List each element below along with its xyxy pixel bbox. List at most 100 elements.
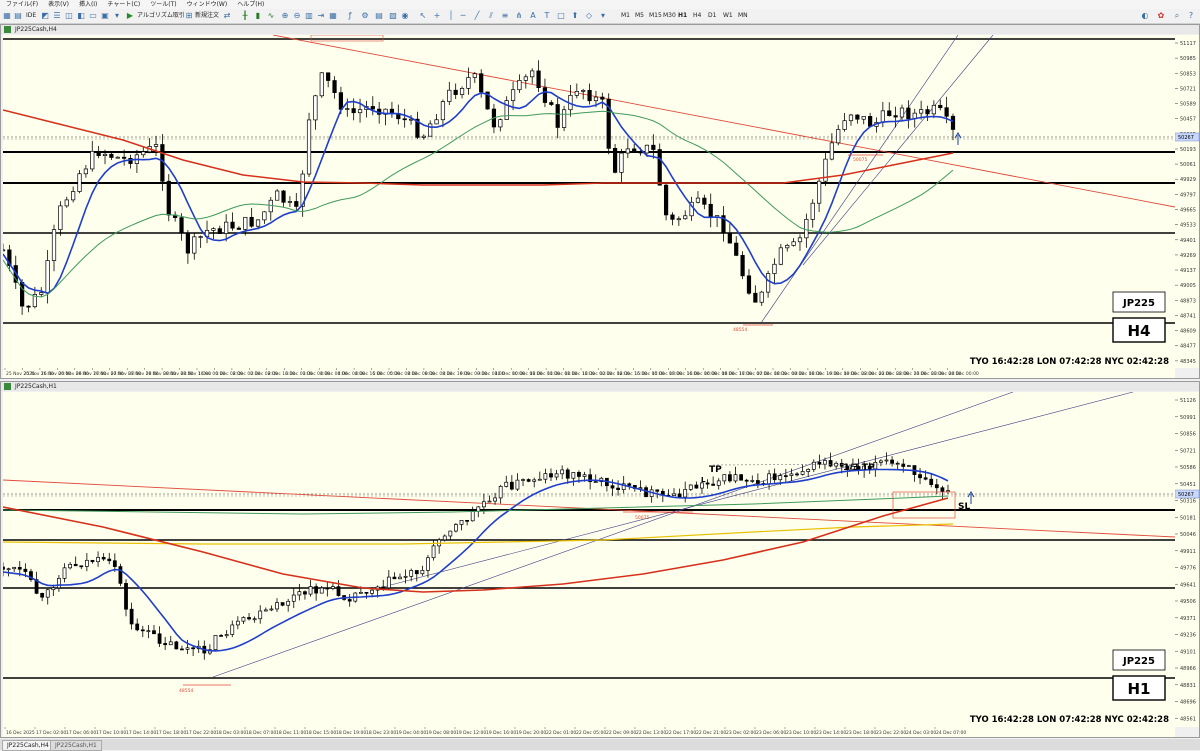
- folder-icon[interactable]: ◩: [40, 11, 50, 21]
- candle-body: [944, 107, 949, 117]
- time-axis-h1[interactable]: 16 Dec 2025 17 Dec 02:00 17 Dec 06:00 17 De…: [3, 727, 1175, 737]
- candle-body: [286, 600, 291, 606]
- channel-icon[interactable]: ⫽: [486, 11, 496, 21]
- timeframe-m1[interactable]: M1: [621, 11, 630, 21]
- price-chart-h1[interactable]: 48554 50075 TPL 1/3 TP SL JP225 H1 TYO 16:42:28…: [1, 391, 1176, 727]
- more-tools-icon[interactable]: ▾: [598, 11, 608, 21]
- trend-line-icon[interactable]: ╱: [472, 11, 482, 21]
- new-order-button[interactable]: 新規注文: [193, 11, 221, 21]
- timeframe-h1[interactable]: H1: [678, 11, 687, 21]
- text-icon[interactable]: A: [528, 11, 538, 21]
- menu-item[interactable]: ファイル(F): [6, 1, 38, 8]
- tab-jp225-h4[interactable]: JP225Cash,H4: [2, 740, 54, 751]
- timeframe-m30[interactable]: M30: [663, 11, 676, 21]
- candle-body: [313, 95, 318, 121]
- label-icon[interactable]: T: [542, 11, 552, 21]
- candle-body: [481, 501, 486, 508]
- price-tick-label: 49533: [1180, 223, 1196, 229]
- candle-body: [702, 197, 707, 205]
- chart-area-h1[interactable]: 48554 50075 TP L 1/3 TP SL JP225 H1 TYO 16:42:28…: [1, 391, 1176, 727]
- crosshair-icon[interactable]: +: [432, 11, 442, 21]
- price-chart-h4[interactable]: 48554 50075 JP225 H4 TYO 16:42:28 LON 07:42:…: [0, 34, 1176, 368]
- one-third-tp-label: 1/3 TP: [843, 463, 875, 473]
- candle-body: [582, 474, 587, 477]
- rectangle-icon[interactable]: □: [556, 11, 566, 21]
- toolbar: ▦ ▤ IDE ◩ ☰ ◫ ◧ ▭ ▣ ▾ ▶ アルゴリズム取引 ⊞ 新規注文 …: [0, 9, 1200, 24]
- price-axis-h4[interactable]: 5111750985508535072150589504575032550193…: [1174, 35, 1200, 368]
- price-scale-h4: 5111750985508535072150589504575032550193…: [1174, 41, 1200, 365]
- cursor-icon[interactable]: ↖: [418, 11, 428, 21]
- fibonacci-icon[interactable]: ≡: [500, 11, 510, 21]
- ide-button[interactable]: IDE: [24, 11, 38, 21]
- pitchfork-icon[interactable]: ⋔: [514, 11, 524, 21]
- line-chart-icon[interactable]: ∿: [266, 11, 276, 21]
- menu-item[interactable]: 挿入(I): [79, 1, 97, 8]
- price-tick-label: 50316: [1180, 499, 1196, 505]
- navigator-icon[interactable]: ◧: [76, 11, 86, 21]
- data-window-icon[interactable]: ◫: [64, 11, 74, 21]
- chart-area-h4[interactable]: 48554 50075 JP225 H4 TYO 16:42:28 LON 07:42:…: [0, 34, 1176, 368]
- candle-body: [739, 474, 743, 481]
- arrow-icon[interactable]: ⬆: [570, 11, 580, 21]
- menu-item[interactable]: ツール(T): [150, 1, 176, 8]
- candle-body: [919, 109, 924, 114]
- timeframe-mn[interactable]: MN: [738, 11, 748, 21]
- candle-body: [829, 142, 834, 160]
- candle-body: [587, 90, 592, 102]
- candle: [739, 473, 743, 481]
- horizontal-line-icon[interactable]: ─: [458, 11, 468, 21]
- templates-icon[interactable]: ▤: [374, 11, 384, 21]
- tile-windows-icon[interactable]: ▥: [304, 11, 314, 21]
- market-watch-icon[interactable]: ☰: [52, 11, 62, 21]
- candle-body: [880, 110, 885, 123]
- timeframe-m5[interactable]: M5: [635, 11, 644, 21]
- chart-grid-icon[interactable]: ▦: [328, 11, 338, 21]
- dropdown-icon[interactable]: ▾: [112, 11, 122, 21]
- candle-body: [402, 118, 407, 121]
- time-axis-h4[interactable]: 25 Nov 2025 25 Nov 16:00 26 Nov 00:00 26 No…: [3, 368, 1175, 378]
- menu-item[interactable]: チャート(C): [107, 1, 140, 8]
- profiles-icon[interactable]: ▤: [13, 11, 23, 21]
- periods-icon[interactable]: ▧: [388, 11, 398, 21]
- candle-body: [370, 106, 375, 110]
- community-icon[interactable]: ✿: [1156, 11, 1166, 21]
- help-icon[interactable]: ?: [1186, 11, 1196, 21]
- bar-chart-icon[interactable]: ╫: [240, 11, 250, 21]
- candle: [213, 635, 218, 652]
- tab-jp225-h1[interactable]: JP225Cash,H1: [50, 740, 102, 751]
- timeframe-d1[interactable]: D1: [708, 11, 716, 21]
- chart-shift-icon[interactable]: ⇄: [222, 11, 232, 21]
- search-icon[interactable]: ⌕: [1172, 11, 1182, 21]
- candle-body: [750, 480, 755, 482]
- account-icon[interactable]: ◐: [1140, 11, 1150, 21]
- price-tick-label: 49911: [1180, 549, 1196, 555]
- menu-item[interactable]: 表示(V): [48, 1, 69, 8]
- menu-item[interactable]: ヘルプ(H): [237, 1, 264, 8]
- candle-chart-icon[interactable]: ▮: [253, 11, 263, 21]
- autoscroll-icon[interactable]: ⇥: [316, 11, 326, 21]
- candle-body: [357, 109, 363, 114]
- shapes-icon[interactable]: ◇: [584, 11, 594, 21]
- terminal-icon[interactable]: ▭: [88, 11, 98, 21]
- candle-body: [753, 292, 758, 303]
- algo-trading-button[interactable]: アルゴリズム取引: [135, 11, 187, 21]
- menu-item[interactable]: ウィンドウ(W): [187, 1, 228, 8]
- screenshot-icon[interactable]: ◉: [400, 11, 410, 21]
- objects-icon[interactable]: ⚙: [360, 11, 370, 21]
- timeframe-h4[interactable]: H4: [693, 11, 701, 21]
- indicators-icon[interactable]: ƒ: [345, 11, 355, 21]
- algo-trading-icon[interactable]: ▶: [125, 11, 135, 21]
- zoom-out-icon[interactable]: ⊖: [292, 11, 302, 21]
- candle-body: [848, 114, 854, 122]
- tester-icon[interactable]: ▣: [100, 11, 110, 21]
- price-axis-h1[interactable]: 51126 50991 50856 50721 50586 50451 50316 50181…: [1174, 392, 1200, 727]
- timeframe-w1[interactable]: W1: [723, 11, 733, 21]
- candle-body: [291, 594, 296, 602]
- candle-body: [152, 630, 156, 635]
- candle-body: [351, 108, 356, 114]
- timeframe-m15[interactable]: M15: [649, 11, 662, 21]
- candle-body: [708, 203, 713, 218]
- vertical-line-icon[interactable]: │: [446, 11, 456, 21]
- zoom-in-icon[interactable]: ⊕: [280, 11, 290, 21]
- new-chart-icon[interactable]: ▦: [2, 11, 12, 21]
